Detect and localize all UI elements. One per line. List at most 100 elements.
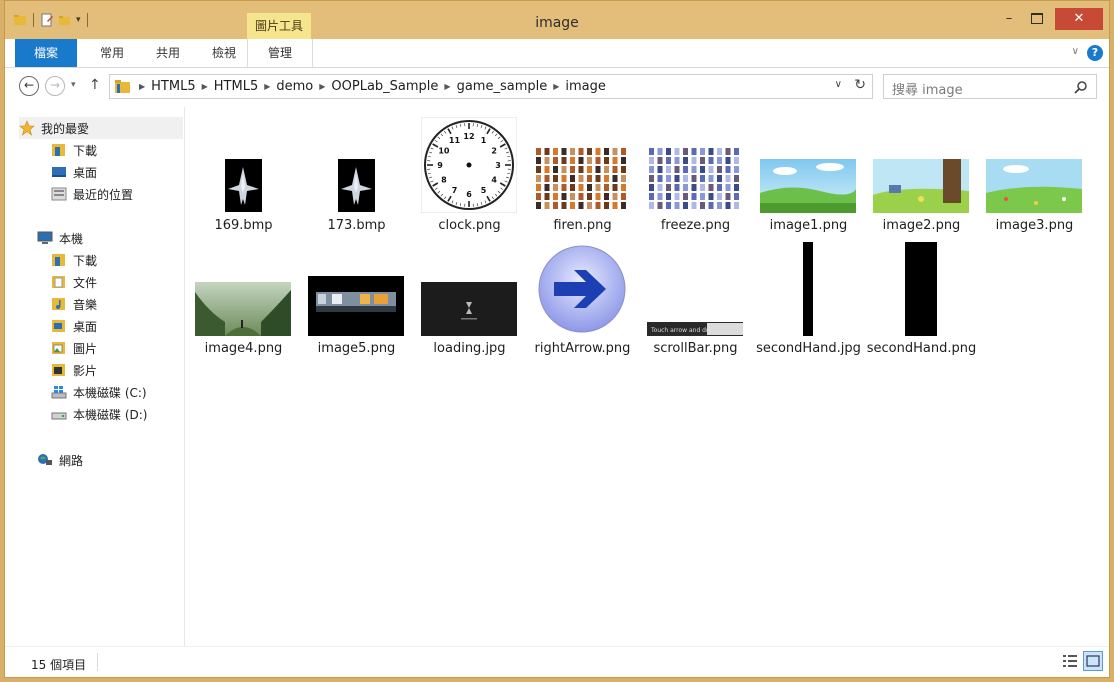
tab-view[interactable]: 檢視 bbox=[199, 39, 249, 67]
up-icon[interactable]: ↑ bbox=[89, 77, 101, 93]
clock-number: 10 bbox=[438, 147, 450, 156]
file-item[interactable]: Touch arrow and drag scrollBar.png bbox=[639, 242, 752, 382]
breadcrumb-item[interactable]: HTML5 bbox=[214, 79, 258, 94]
sprite-frame bbox=[674, 202, 680, 209]
sprite-frame bbox=[544, 157, 550, 164]
nav-pc-documents[interactable]: 文件 bbox=[51, 271, 97, 293]
details-view-icon[interactable] bbox=[1061, 652, 1079, 670]
sprite-frame bbox=[666, 184, 671, 191]
nav-fav-downloads[interactable]: 下載 bbox=[51, 139, 97, 161]
new-folder-icon[interactable] bbox=[58, 13, 72, 27]
nav-pc-drive-c[interactable]: 本機磁碟 (C:) bbox=[51, 381, 147, 403]
address-history-icon[interactable]: ∨ bbox=[835, 79, 842, 90]
chevron-right-icon[interactable]: ▶ bbox=[139, 82, 145, 91]
file-item[interactable]: 12 1 2 3 4 5 6 7 8 9 10 11 clock.png bbox=[413, 107, 526, 237]
nav-pc-pictures[interactable]: 圖片 bbox=[51, 337, 97, 359]
sprite-frame bbox=[587, 148, 592, 155]
tab-share[interactable]: 共用 bbox=[143, 39, 193, 67]
sprite-frame bbox=[595, 175, 601, 182]
tab-manage[interactable]: 管理 bbox=[247, 39, 313, 67]
file-item[interactable]: secondHand.jpg bbox=[752, 242, 865, 382]
sprite-frame bbox=[666, 166, 671, 173]
file-list: 169.bmp 173.bmp 12 1 2 3 4 5 6 7 8 9 10 11 clock.pn… bbox=[185, 107, 1109, 647]
back-button[interactable]: ← bbox=[19, 76, 39, 96]
file-item[interactable]: image5.png bbox=[300, 242, 413, 382]
nav-pc-downloads[interactable]: 下載 bbox=[51, 249, 97, 271]
recent-locations-icon[interactable]: ▾ bbox=[71, 80, 76, 90]
file-item[interactable]: image4.png bbox=[187, 242, 300, 382]
nav-network[interactable]: 網路 bbox=[37, 449, 83, 471]
file-item[interactable]: image3.png bbox=[978, 107, 1091, 237]
nav-pc-music[interactable]: 音樂 bbox=[51, 293, 97, 315]
loading-thumbnail bbox=[421, 282, 517, 336]
minimize-button[interactable]: – bbox=[995, 8, 1023, 30]
file-item[interactable]: secondHand.png bbox=[865, 242, 978, 382]
chevron-right-icon[interactable]: ▶ bbox=[444, 82, 450, 91]
file-item[interactable]: freeze.png bbox=[639, 107, 752, 237]
file-item[interactable]: 169.bmp bbox=[187, 107, 300, 237]
sprite-frame bbox=[708, 202, 714, 209]
sprite-frame bbox=[544, 202, 550, 209]
folder-icon[interactable] bbox=[13, 13, 27, 27]
close-button[interactable]: ✕ bbox=[1055, 8, 1103, 30]
clock-number: 2 bbox=[491, 147, 497, 156]
file-item[interactable]: image2.png bbox=[865, 107, 978, 237]
status-bar: 15 個項目 bbox=[5, 646, 1109, 677]
tab-home[interactable]: 常用 bbox=[87, 39, 137, 67]
qat-customize-icon[interactable]: ▾ bbox=[76, 15, 81, 25]
nav-fav-desktop[interactable]: 桌面 bbox=[51, 161, 97, 183]
nav-pc-videos[interactable]: 影片 bbox=[51, 359, 97, 381]
nav-favorites[interactable]: 我的最愛 bbox=[19, 117, 183, 139]
sprite-frame bbox=[578, 193, 584, 200]
chevron-right-icon[interactable]: ▶ bbox=[202, 82, 208, 91]
file-name: 169.bmp bbox=[214, 218, 273, 233]
sprite-frame bbox=[691, 148, 697, 155]
sprite-frame bbox=[734, 202, 739, 209]
search-input[interactable]: 搜尋 image bbox=[883, 74, 1097, 99]
nav-pc-desktop[interactable]: 桌面 bbox=[51, 315, 97, 337]
sprite-frame bbox=[691, 175, 697, 182]
sprite-frame bbox=[561, 193, 567, 200]
nav-pc-drive-d[interactable]: 本機磁碟 (D:) bbox=[51, 403, 147, 425]
city-night-thumbnail bbox=[308, 276, 404, 336]
clock-number: 5 bbox=[481, 186, 487, 195]
scrollbar-thumbnail: Touch arrow and drag bbox=[647, 322, 743, 336]
chevron-right-icon[interactable]: ▶ bbox=[264, 82, 270, 91]
nav-this-pc[interactable]: 本機 bbox=[37, 227, 83, 249]
chevron-right-icon[interactable]: ▶ bbox=[553, 82, 559, 91]
breadcrumb-item[interactable]: game_sample bbox=[457, 79, 548, 94]
file-item[interactable]: 173.bmp bbox=[300, 107, 413, 237]
properties-icon[interactable] bbox=[40, 13, 54, 27]
breadcrumb-item[interactable]: demo bbox=[276, 79, 313, 94]
address-bar[interactable]: ▶ HTML5 ▶ HTML5 ▶ demo ▶ OOPLab_Sample ▶… bbox=[109, 74, 873, 99]
breadcrumb-item[interactable]: HTML5 bbox=[151, 79, 195, 94]
forward-button[interactable]: → bbox=[45, 76, 65, 96]
network-icon bbox=[38, 454, 52, 465]
breadcrumb-item[interactable]: OOPLab_Sample bbox=[331, 79, 438, 94]
window-title: image bbox=[535, 15, 579, 31]
expand-ribbon-icon[interactable]: ∨ bbox=[1072, 46, 1079, 57]
landscape-thumbnail bbox=[986, 159, 1082, 213]
file-item[interactable]: loading.jpg bbox=[413, 242, 526, 382]
file-item[interactable]: rightArrow.png bbox=[526, 242, 639, 382]
tab-file[interactable]: 檔案 bbox=[15, 39, 77, 67]
file-item[interactable]: firen.png bbox=[526, 107, 639, 237]
maximize-button[interactable] bbox=[1023, 8, 1051, 30]
sprite-frame bbox=[683, 184, 688, 191]
help-icon[interactable]: ? bbox=[1087, 45, 1103, 61]
large-icons-view-icon[interactable] bbox=[1083, 651, 1103, 671]
sprite-frame bbox=[674, 184, 680, 191]
sprite-frame bbox=[717, 184, 722, 191]
sprite-frame bbox=[649, 184, 654, 191]
search-icon[interactable] bbox=[1074, 80, 1088, 94]
file-item[interactable]: image1.png bbox=[752, 107, 865, 237]
refresh-icon[interactable]: ↻ bbox=[854, 77, 866, 93]
sprite-sheet-thumbnail bbox=[534, 145, 630, 213]
sprite-frame bbox=[683, 193, 688, 200]
sprite-frame bbox=[553, 175, 558, 182]
breadcrumb-item[interactable]: image bbox=[565, 79, 606, 94]
chevron-right-icon[interactable]: ▶ bbox=[319, 82, 325, 91]
nav-fav-recent-places[interactable]: 最近的位置 bbox=[51, 183, 133, 205]
quick-access-toolbar: ▾ bbox=[13, 13, 90, 27]
file-name: image5.png bbox=[317, 341, 396, 356]
